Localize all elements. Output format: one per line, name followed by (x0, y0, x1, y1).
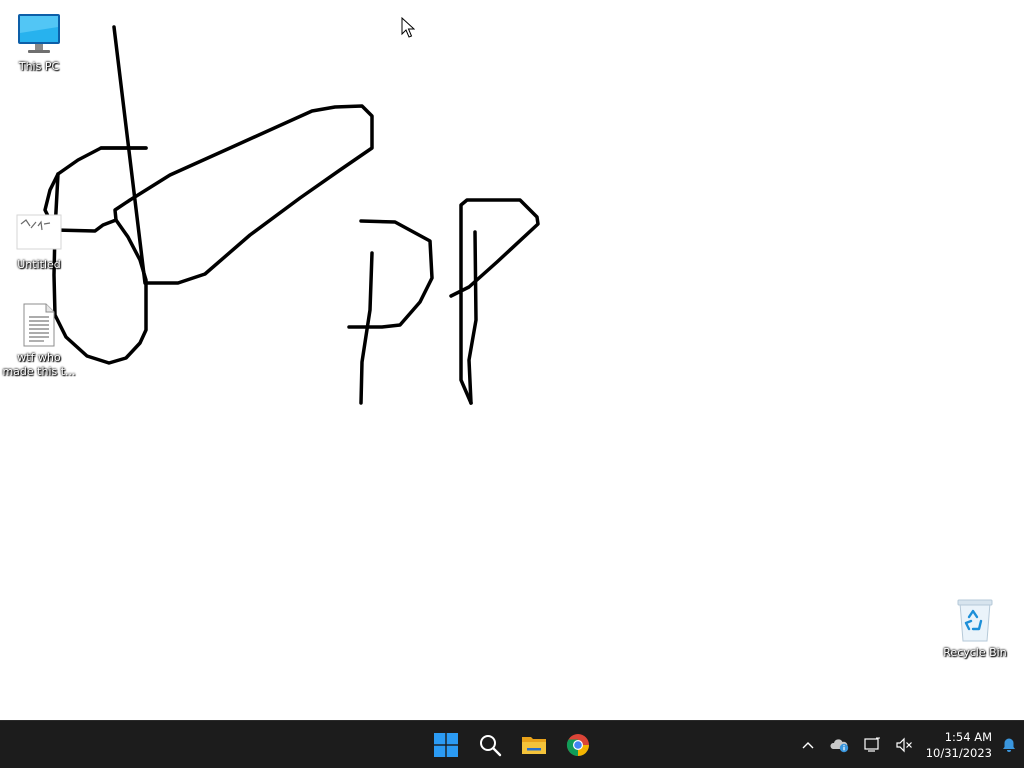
start-button[interactable] (424, 725, 468, 765)
network-disconnected-icon (864, 737, 880, 752)
paint-file-icon (15, 208, 63, 256)
clock-date: 10/31/2023 (925, 746, 992, 760)
stroke-1 (112, 25, 147, 285)
freehand-drawing (43, 25, 540, 405)
windows-start-icon (434, 733, 458, 757)
mouse-pointer-icon (401, 17, 415, 38)
desktop-icon-recycle-bin[interactable]: Recycle Bin (937, 596, 1013, 660)
show-hidden-icons-button[interactable] (792, 725, 824, 765)
file-explorer-button[interactable] (512, 725, 556, 765)
folder-icon (522, 737, 546, 754)
notifications-button[interactable] (994, 725, 1024, 765)
text-document-icon (15, 301, 63, 349)
search-icon (480, 735, 502, 757)
desktop-icon-label: This PC (18, 60, 60, 73)
system-tray: 1:54 AM 10/31/2023 (792, 721, 1024, 769)
taskbar-pinned-apps (424, 721, 600, 769)
bell-icon (1003, 738, 1015, 752)
stroke-7 (347, 219, 434, 329)
desktop-icon-this-pc[interactable]: This PC (1, 10, 77, 74)
stroke-8 (467, 230, 478, 405)
onedrive-info-icon (830, 739, 849, 753)
clock-time: 1:54 AM (944, 730, 992, 744)
desktop-icon-label: Recycle Bin (943, 646, 1007, 659)
stroke-9 (449, 198, 540, 405)
stroke-4 (113, 104, 374, 285)
monitor-icon (15, 10, 63, 58)
chrome-icon (566, 734, 589, 756)
desktop-icon-label: wtf who made this t... (2, 351, 76, 378)
chevron-up-icon (802, 742, 814, 749)
volume-muted-icon (896, 737, 912, 753)
desktop-icon-text-file[interactable]: wtf who made this t... (1, 301, 77, 379)
volume-button[interactable] (888, 725, 920, 765)
recycle-bin-icon (951, 596, 999, 644)
desktop[interactable]: This PC Untitled wtf who made this t... … (0, 0, 1024, 720)
chrome-button[interactable] (556, 725, 600, 765)
search-button[interactable] (468, 725, 512, 765)
desktop-icon-untitled[interactable]: Untitled (1, 208, 77, 272)
desktop-icon-label: Untitled (17, 258, 61, 271)
clock[interactable]: 1:54 AM 10/31/2023 (920, 725, 994, 765)
taskbar: 1:54 AM 10/31/2023 (0, 720, 1024, 768)
onedrive-button[interactable] (824, 725, 856, 765)
network-button[interactable] (856, 725, 888, 765)
